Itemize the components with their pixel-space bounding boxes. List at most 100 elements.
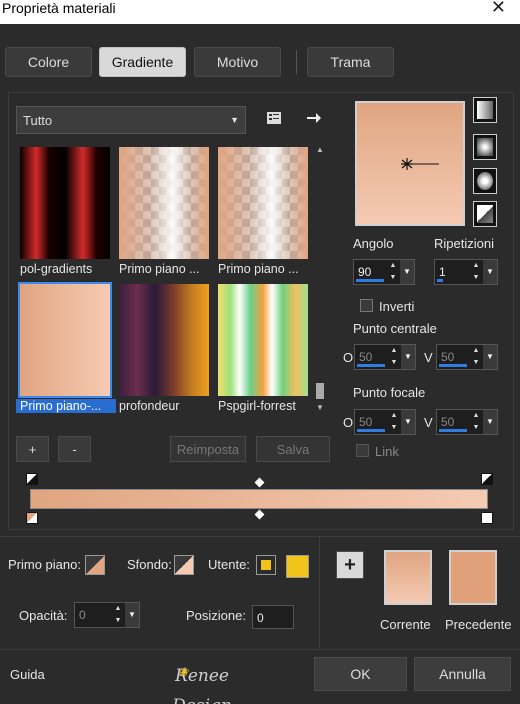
foreground-swatch[interactable]: [85, 555, 105, 575]
gradient-item[interactable]: profondeur: [115, 280, 209, 413]
rectangular-style-icon[interactable]: [473, 134, 497, 160]
focal-v-stepper[interactable]: 50 ▲ ▼ ▼: [436, 409, 498, 435]
linear-style-icon[interactable]: [473, 97, 497, 123]
tab-gradiente[interactable]: Gradiente: [99, 47, 186, 77]
invert-checkbox[interactable]: [360, 299, 373, 312]
opacity-label: Opacità:: [19, 608, 68, 623]
center-v-label: V: [424, 350, 433, 365]
background-swatch[interactable]: [174, 555, 194, 575]
stepper-arrows-icon[interactable]: ▲ ▼: [387, 410, 401, 434]
add-gradient-button[interactable]: +: [16, 436, 49, 462]
repeats-label: Ripetizioni: [434, 236, 494, 251]
tab-motivo[interactable]: Motivo: [194, 47, 281, 77]
stepper-arrows-icon[interactable]: ▲ ▼: [387, 345, 401, 369]
tab-trama[interactable]: Trama: [307, 47, 394, 77]
scroll-down-icon[interactable]: ▼: [314, 403, 326, 413]
repeats-value: 1: [439, 265, 446, 279]
user-label: Utente:: [208, 557, 250, 572]
angle-value: 90: [358, 265, 372, 279]
stepper-arrows-icon[interactable]: ▲ ▼: [469, 345, 483, 369]
reset-button[interactable]: Reimposta: [170, 436, 246, 462]
radial-style-icon[interactable]: [473, 168, 497, 194]
opacity-stepper[interactable]: 0 ▲ ▼ ▼: [74, 602, 140, 628]
color-stop-right[interactable]: [481, 512, 493, 524]
center-o-slider[interactable]: [357, 364, 385, 367]
stepper-arrows-icon[interactable]: ▲ ▼: [386, 260, 400, 284]
gradient-label: profondeur: [119, 399, 180, 413]
title-bar: Proprietà materiali ✕: [0, 0, 520, 24]
chevron-down-icon[interactable]: ▼: [400, 260, 414, 284]
gradient-item[interactable]: Primo piano ...: [115, 143, 209, 276]
gradient-swatch: [20, 147, 110, 259]
gradient-label: Primo piano ...: [119, 262, 200, 276]
previous-label: Precedente: [445, 617, 512, 632]
list-view-icon[interactable]: [262, 106, 286, 130]
stepper-arrows-icon[interactable]: ▲ ▼: [469, 410, 483, 434]
gradient-label: Primo piano-...: [16, 399, 116, 413]
close-icon[interactable]: ✕: [491, 0, 506, 16]
scroll-up-icon[interactable]: ▲: [314, 145, 326, 155]
link-checkbox[interactable]: [356, 444, 369, 457]
focal-o-slider[interactable]: [357, 429, 385, 432]
angle-label: Angolo: [353, 236, 394, 251]
gradient-swatch: [218, 284, 308, 396]
cancel-button[interactable]: Annulla: [414, 657, 511, 691]
focal-o-value: 50: [359, 415, 373, 429]
stepper-arrows-icon[interactable]: ▲ ▼: [111, 603, 125, 627]
remove-gradient-button[interactable]: -: [58, 436, 91, 462]
current-swatch[interactable]: [384, 550, 432, 605]
gradient-scrollbar[interactable]: ▲ ▼: [314, 145, 326, 415]
gradient-preview[interactable]: [355, 101, 465, 226]
save-button[interactable]: Salva: [256, 436, 330, 462]
position-value: 0: [257, 611, 264, 625]
gradient-editor-bar[interactable]: [30, 489, 488, 509]
renee-design-logo: ❀ Renee Design: [148, 661, 256, 704]
bee-icon: ❀: [178, 665, 189, 679]
user-color-swatch[interactable]: [286, 555, 309, 578]
center-o-stepper[interactable]: 50 ▲ ▼ ▼: [354, 344, 416, 370]
add-stop-button[interactable]: +: [336, 551, 364, 579]
transparency-stop-left[interactable]: [26, 473, 38, 485]
window-title: Proprietà materiali: [2, 0, 116, 16]
position-input[interactable]: 0: [252, 605, 294, 629]
center-v-slider[interactable]: [439, 364, 467, 367]
repeats-slider[interactable]: [437, 279, 443, 282]
ok-button[interactable]: OK: [314, 657, 407, 691]
previous-swatch[interactable]: [449, 550, 497, 605]
divider: [0, 536, 520, 537]
focal-v-label: V: [424, 415, 433, 430]
center-v-stepper[interactable]: 50 ▲ ▼ ▼: [436, 344, 498, 370]
foreground-label: Primo piano:: [8, 557, 81, 572]
chevron-down-icon[interactable]: ▼: [483, 260, 497, 284]
tab-colore[interactable]: Colore: [5, 47, 92, 77]
chevron-down-icon[interactable]: ▼: [125, 603, 139, 627]
arrow-right-icon[interactable]: [302, 106, 326, 130]
user-swatch-small[interactable]: [256, 555, 276, 575]
category-select[interactable]: Tutto ▼: [16, 106, 246, 134]
angle-handle-icon[interactable]: [357, 103, 463, 224]
sunburst-style-icon[interactable]: [473, 201, 497, 227]
link-label: Link: [375, 444, 399, 459]
repeats-stepper[interactable]: 1 ▲ ▼ ▼: [434, 259, 498, 285]
angle-stepper[interactable]: 90 ▲ ▼ ▼: [353, 259, 415, 285]
angle-slider[interactable]: [356, 279, 384, 282]
gradient-item[interactable]: Primo piano ...: [214, 143, 308, 276]
help-link[interactable]: Guida: [10, 667, 45, 682]
focal-o-label: O: [343, 415, 354, 430]
focal-o-stepper[interactable]: 50 ▲ ▼ ▼: [354, 409, 416, 435]
stepper-arrows-icon[interactable]: ▲ ▼: [469, 260, 483, 284]
gradient-item[interactable]: Pspgirl-forrest: [214, 280, 308, 413]
gradient-item[interactable]: pol-gradients: [16, 143, 110, 276]
gradient-swatch: [18, 282, 112, 398]
chevron-down-icon[interactable]: ▼: [483, 410, 497, 434]
gradient-list: pol-gradients Primo piano ... Primo pian…: [16, 143, 330, 417]
focal-v-slider[interactable]: [439, 429, 467, 432]
chevron-down-icon[interactable]: ▼: [401, 410, 415, 434]
scroll-thumb[interactable]: [316, 383, 324, 399]
chevron-down-icon[interactable]: ▼: [483, 345, 497, 369]
transparency-stop-right[interactable]: [481, 473, 493, 485]
chevron-down-icon[interactable]: ▼: [401, 345, 415, 369]
color-stop-left[interactable]: [26, 512, 38, 524]
gradient-item-selected[interactable]: Primo piano-...: [16, 280, 116, 413]
invert-label: Inverti: [379, 299, 415, 314]
